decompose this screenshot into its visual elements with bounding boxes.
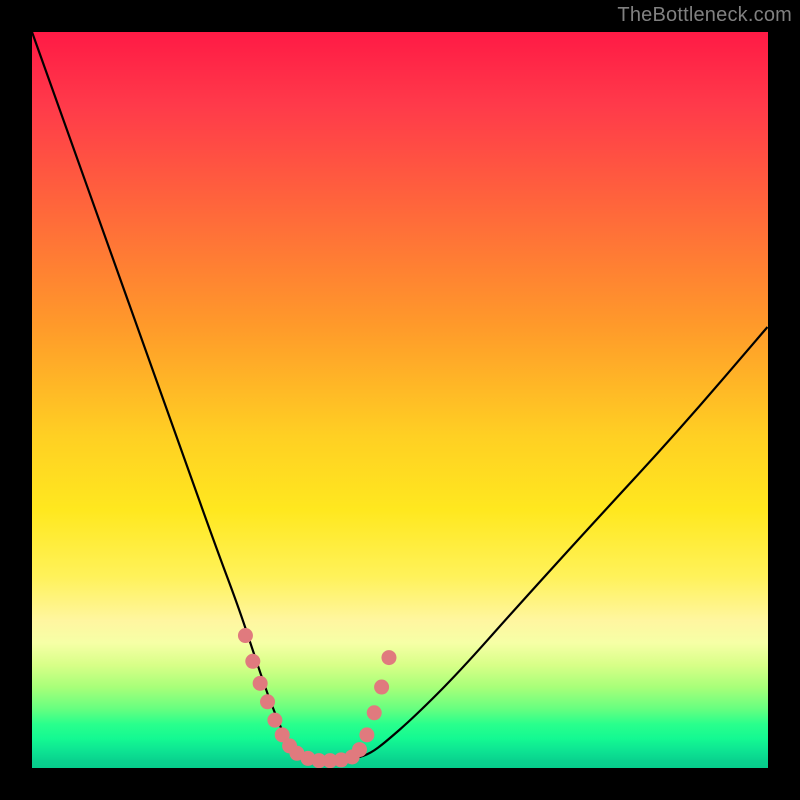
- watermark-text: TheBottleneck.com: [617, 4, 792, 27]
- curve-marker: [374, 680, 389, 695]
- curve-marker: [260, 694, 275, 709]
- curve-marker: [267, 713, 282, 728]
- curve-marker: [352, 742, 367, 757]
- curve-marker: [359, 727, 374, 742]
- curve-marker: [367, 705, 382, 720]
- curve-marker: [381, 650, 396, 665]
- curve-marker: [253, 676, 268, 691]
- curve-marker: [238, 628, 253, 643]
- curve-marker: [245, 654, 260, 669]
- chart-svg: [32, 32, 768, 768]
- curve-markers: [238, 628, 397, 768]
- chart-frame: TheBottleneck.com: [0, 0, 800, 800]
- bottleneck-curve: [32, 32, 768, 761]
- chart-plot-area: [32, 32, 768, 768]
